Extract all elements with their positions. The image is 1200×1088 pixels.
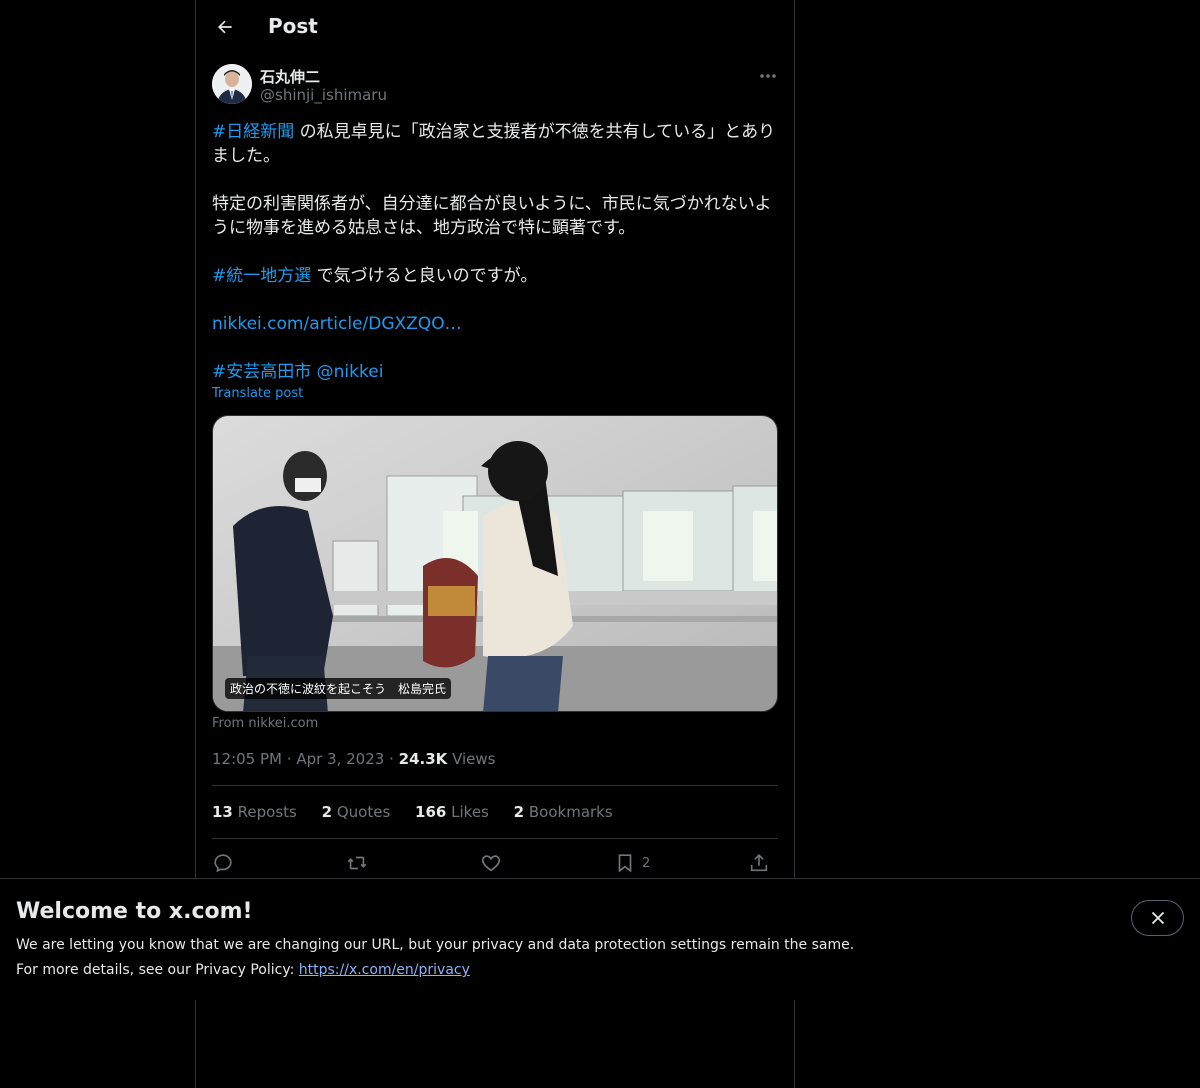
privacy-policy-link[interactable]: https://x.com/en/privacy: [299, 962, 470, 978]
banner-privacy-line: For more details, see our Privacy Policy…: [16, 962, 470, 978]
tweet-text-segment: で気づけると良いのですが。: [311, 266, 538, 286]
share-icon: [750, 854, 768, 872]
meta-separator: ·: [286, 750, 292, 768]
tweet-text-segment: の私見卓見に「政治家と支援者が不徳を共有している」とあり: [294, 122, 776, 142]
post-date[interactable]: Apr 3, 2023: [296, 750, 384, 768]
card-photo: [213, 416, 777, 711]
tweet-line: 特定の利害関係者が、自分達に都合が良いように、市民に気づかれないよ: [212, 194, 772, 214]
back-arrow-icon: [218, 20, 232, 34]
back-button[interactable]: [208, 10, 242, 44]
bookmarks-stat[interactable]: 2 Bookmarks: [514, 803, 613, 821]
card-caption: 政治の不徳に波紋を起こそう 松島完氏: [225, 678, 452, 699]
heart-icon: [481, 855, 501, 872]
views-count: 24.3K: [398, 750, 448, 768]
tweet-text: #日経新聞 の私見卓見に「政治家と支援者が不徳を共有している」とあり ました。 …: [212, 120, 780, 384]
bookmark-icon: [618, 854, 632, 873]
hashtag-link[interactable]: #日経新聞: [212, 122, 294, 142]
avatar-photo-icon: [212, 64, 252, 104]
bookmark-count: 2: [642, 855, 651, 871]
likes-stat[interactable]: 166 Likes: [415, 803, 489, 821]
like-button[interactable]: [480, 850, 502, 876]
tweet-line: ました。: [212, 146, 280, 166]
card-source[interactable]: From nikkei.com: [212, 716, 318, 731]
tweet-line: うに物事を進める姑息さは、地方政治で特に顕著です。: [212, 218, 636, 238]
mention-link[interactable]: @nikkei: [317, 362, 384, 382]
article-url-link[interactable]: nikkei.com/article/DGXZQO…: [212, 314, 462, 334]
banner-privacy-prefix: For more details, see our Privacy Policy…: [16, 962, 299, 978]
reply-button[interactable]: [212, 850, 234, 876]
link-card[interactable]: 政治の不徳に波紋を起こそう 松島完氏: [212, 415, 778, 712]
author-name[interactable]: 石丸伸二: [260, 66, 320, 87]
share-button[interactable]: [748, 850, 770, 876]
avatar[interactable]: [212, 64, 252, 104]
author-handle[interactable]: @shinji_ishimaru: [260, 86, 387, 104]
page-title: Post: [268, 14, 318, 38]
close-icon: [1151, 911, 1164, 925]
banner-message: We are letting you know that we are chan…: [16, 937, 855, 953]
bookmark-button[interactable]: 2: [614, 850, 650, 876]
banner-title: Welcome to x.com!: [16, 899, 253, 924]
tweet-line: #安芸高田市 @nikkei: [212, 360, 780, 384]
divider: [212, 785, 778, 786]
divider: [212, 838, 778, 839]
reply-icon: [214, 854, 232, 873]
translate-post-link[interactable]: Translate post: [212, 386, 303, 401]
repost-button[interactable]: [346, 850, 368, 876]
views-label: Views: [452, 750, 496, 768]
hashtag-link[interactable]: #安芸高田市: [212, 362, 311, 382]
more-options-button[interactable]: [754, 64, 782, 88]
post-meta: 12:05 PM · Apr 3, 2023 · 24.3K Views: [212, 750, 496, 768]
reposts-stat[interactable]: 13 Reposts: [212, 803, 297, 821]
post-time[interactable]: 12:05 PM: [212, 750, 282, 768]
more-dots-icon: [760, 74, 776, 78]
top-bar: Post: [196, 0, 796, 54]
tweet-line: #日経新聞 の私見卓見に「政治家と支援者が不徳を共有している」とあり: [212, 120, 780, 144]
repost-icon: [347, 856, 367, 870]
tweet-line: #統一地方選 で気づけると良いのですが。: [212, 264, 780, 288]
welcome-banner: Welcome to x.com! We are letting you kno…: [0, 878, 1200, 1000]
post-stats: 13 Reposts 2 Quotes 166 Likes 2 Bookmark…: [212, 803, 633, 821]
tweet-line: nikkei.com/article/DGXZQO…: [212, 312, 780, 336]
action-bar: 2: [212, 850, 778, 876]
hashtag-link[interactable]: #統一地方選: [212, 266, 311, 286]
meta-separator: ·: [389, 750, 394, 768]
close-banner-button[interactable]: [1131, 900, 1184, 936]
quotes-stat[interactable]: 2 Quotes: [322, 803, 391, 821]
